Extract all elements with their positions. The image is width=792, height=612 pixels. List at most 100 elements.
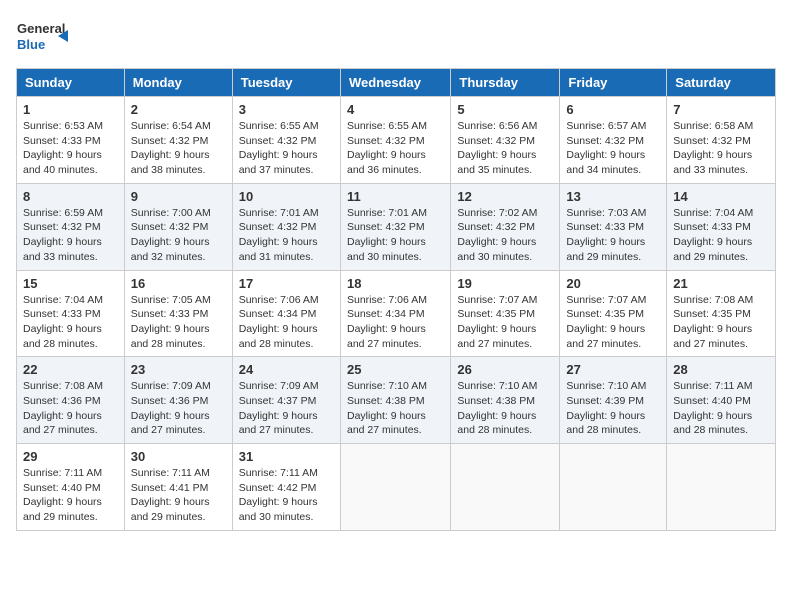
- weekday-header-monday: Monday: [124, 69, 232, 97]
- calendar-cell: 16 Sunrise: 7:05 AMSunset: 4:33 PMDayligh…: [124, 270, 232, 357]
- day-number: 17: [239, 276, 334, 291]
- day-info: Sunrise: 7:10 AMSunset: 4:38 PMDaylight:…: [347, 379, 444, 438]
- day-number: 9: [131, 189, 226, 204]
- calendar-cell: 8 Sunrise: 6:59 AMSunset: 4:32 PMDaylight…: [17, 183, 125, 270]
- day-info: Sunrise: 7:08 AMSunset: 4:36 PMDaylight:…: [23, 379, 118, 438]
- calendar-cell: 24 Sunrise: 7:09 AMSunset: 4:37 PMDayligh…: [232, 357, 340, 444]
- day-number: 7: [673, 102, 769, 117]
- day-info: Sunrise: 7:07 AMSunset: 4:35 PMDaylight:…: [566, 293, 660, 352]
- day-info: Sunrise: 6:58 AMSunset: 4:32 PMDaylight:…: [673, 119, 769, 178]
- calendar-cell: 19Sunrise: 7:07 AMSunset: 4:35 PMDayligh…: [451, 270, 560, 357]
- calendar-cell: 11 Sunrise: 7:01 AMSunset: 4:32 PMDayligh…: [340, 183, 450, 270]
- day-info: Sunrise: 6:54 AMSunset: 4:32 PMDaylight:…: [131, 119, 226, 178]
- day-number: 28: [673, 362, 769, 377]
- calendar-cell: 31 Sunrise: 7:11 AMSunset: 4:42 PMDayligh…: [232, 444, 340, 531]
- day-info: Sunrise: 6:59 AMSunset: 4:32 PMDaylight:…: [23, 206, 118, 265]
- weekday-header-saturday: Saturday: [667, 69, 776, 97]
- calendar-cell: 3 Sunrise: 6:55 AMSunset: 4:32 PMDaylight…: [232, 97, 340, 184]
- day-number: 8: [23, 189, 118, 204]
- day-info: Sunrise: 7:01 AMSunset: 4:32 PMDaylight:…: [347, 206, 444, 265]
- logo-icon: General Blue: [16, 16, 71, 56]
- day-number: 3: [239, 102, 334, 117]
- day-info: Sunrise: 7:06 AMSunset: 4:34 PMDaylight:…: [239, 293, 334, 352]
- calendar-week-4: 22 Sunrise: 7:08 AMSunset: 4:36 PMDayligh…: [17, 357, 776, 444]
- day-number: 4: [347, 102, 444, 117]
- day-info: Sunrise: 7:04 AMSunset: 4:33 PMDaylight:…: [23, 293, 118, 352]
- day-number: 25: [347, 362, 444, 377]
- svg-text:Blue: Blue: [17, 37, 45, 52]
- day-number: 22: [23, 362, 118, 377]
- calendar-cell: 18 Sunrise: 7:06 AMSunset: 4:34 PMDayligh…: [340, 270, 450, 357]
- calendar-cell: 13 Sunrise: 7:03 AMSunset: 4:33 PMDayligh…: [560, 183, 667, 270]
- calendar-cell: 4 Sunrise: 6:55 AMSunset: 4:32 PMDaylight…: [340, 97, 450, 184]
- day-number: 2: [131, 102, 226, 117]
- calendar-cell: 23 Sunrise: 7:09 AMSunset: 4:36 PMDayligh…: [124, 357, 232, 444]
- calendar-cell: 28 Sunrise: 7:11 AMSunset: 4:40 PMDayligh…: [667, 357, 776, 444]
- calendar-cell: 6Sunrise: 6:57 AMSunset: 4:32 PMDaylight…: [560, 97, 667, 184]
- day-number: 14: [673, 189, 769, 204]
- calendar-cell: 25 Sunrise: 7:10 AMSunset: 4:38 PMDayligh…: [340, 357, 450, 444]
- day-number: 24: [239, 362, 334, 377]
- day-number: 20: [566, 276, 660, 291]
- day-info: Sunrise: 7:10 AMSunset: 4:38 PMDaylight:…: [457, 379, 553, 438]
- day-number: 5: [457, 102, 553, 117]
- calendar-cell: 7 Sunrise: 6:58 AMSunset: 4:32 PMDaylight…: [667, 97, 776, 184]
- day-info: Sunrise: 6:55 AMSunset: 4:32 PMDaylight:…: [239, 119, 334, 178]
- day-number: 11: [347, 189, 444, 204]
- calendar-cell: 14 Sunrise: 7:04 AMSunset: 4:33 PMDayligh…: [667, 183, 776, 270]
- calendar-cell: 26 Sunrise: 7:10 AMSunset: 4:38 PMDayligh…: [451, 357, 560, 444]
- day-info: Sunrise: 7:03 AMSunset: 4:33 PMDaylight:…: [566, 206, 660, 265]
- day-info: Sunrise: 7:11 AMSunset: 4:40 PMDaylight:…: [673, 379, 769, 438]
- calendar-cell: 30 Sunrise: 7:11 AMSunset: 4:41 PMDayligh…: [124, 444, 232, 531]
- day-number: 31: [239, 449, 334, 464]
- calendar-cell: [560, 444, 667, 531]
- day-number: 10: [239, 189, 334, 204]
- logo: General Blue: [16, 16, 71, 56]
- day-info: Sunrise: 7:09 AMSunset: 4:37 PMDaylight:…: [239, 379, 334, 438]
- day-number: 19: [457, 276, 553, 291]
- weekday-header-sunday: Sunday: [17, 69, 125, 97]
- day-number: 16: [131, 276, 226, 291]
- day-info: Sunrise: 6:57 AMSunset: 4:32 PMDaylight:…: [566, 119, 660, 178]
- calendar-cell: 1Sunrise: 6:53 AMSunset: 4:33 PMDaylight…: [17, 97, 125, 184]
- day-number: 15: [23, 276, 118, 291]
- day-info: Sunrise: 7:11 AMSunset: 4:40 PMDaylight:…: [23, 466, 118, 525]
- calendar-cell: [451, 444, 560, 531]
- day-info: Sunrise: 7:10 AMSunset: 4:39 PMDaylight:…: [566, 379, 660, 438]
- day-info: Sunrise: 7:05 AMSunset: 4:33 PMDaylight:…: [131, 293, 226, 352]
- calendar-cell: [340, 444, 450, 531]
- day-info: Sunrise: 6:53 AMSunset: 4:33 PMDaylight:…: [23, 119, 118, 178]
- day-info: Sunrise: 7:09 AMSunset: 4:36 PMDaylight:…: [131, 379, 226, 438]
- calendar-week-1: 1Sunrise: 6:53 AMSunset: 4:33 PMDaylight…: [17, 97, 776, 184]
- calendar-week-3: 15 Sunrise: 7:04 AMSunset: 4:33 PMDayligh…: [17, 270, 776, 357]
- weekday-header-wednesday: Wednesday: [340, 69, 450, 97]
- day-info: Sunrise: 7:11 AMSunset: 4:42 PMDaylight:…: [239, 466, 334, 525]
- day-info: Sunrise: 6:56 AMSunset: 4:32 PMDaylight:…: [457, 119, 553, 178]
- calendar-cell: 20 Sunrise: 7:07 AMSunset: 4:35 PMDayligh…: [560, 270, 667, 357]
- day-info: Sunrise: 7:04 AMSunset: 4:33 PMDaylight:…: [673, 206, 769, 265]
- calendar-table: SundayMondayTuesdayWednesdayThursdayFrid…: [16, 68, 776, 531]
- day-number: 21: [673, 276, 769, 291]
- calendar-cell: 2 Sunrise: 6:54 AMSunset: 4:32 PMDaylight…: [124, 97, 232, 184]
- day-number: 27: [566, 362, 660, 377]
- day-number: 23: [131, 362, 226, 377]
- day-number: 26: [457, 362, 553, 377]
- day-info: Sunrise: 7:11 AMSunset: 4:41 PMDaylight:…: [131, 466, 226, 525]
- day-info: Sunrise: 7:00 AMSunset: 4:32 PMDaylight:…: [131, 206, 226, 265]
- day-info: Sunrise: 7:06 AMSunset: 4:34 PMDaylight:…: [347, 293, 444, 352]
- weekday-header-row: SundayMondayTuesdayWednesdayThursdayFrid…: [17, 69, 776, 97]
- day-info: Sunrise: 6:55 AMSunset: 4:32 PMDaylight:…: [347, 119, 444, 178]
- day-number: 13: [566, 189, 660, 204]
- calendar-week-2: 8 Sunrise: 6:59 AMSunset: 4:32 PMDaylight…: [17, 183, 776, 270]
- calendar-cell: 22 Sunrise: 7:08 AMSunset: 4:36 PMDayligh…: [17, 357, 125, 444]
- svg-text:General: General: [17, 21, 65, 36]
- weekday-header-friday: Friday: [560, 69, 667, 97]
- calendar-cell: 29 Sunrise: 7:11 AMSunset: 4:40 PMDayligh…: [17, 444, 125, 531]
- weekday-header-tuesday: Tuesday: [232, 69, 340, 97]
- calendar-week-5: 29 Sunrise: 7:11 AMSunset: 4:40 PMDayligh…: [17, 444, 776, 531]
- weekday-header-thursday: Thursday: [451, 69, 560, 97]
- day-number: 18: [347, 276, 444, 291]
- day-number: 30: [131, 449, 226, 464]
- calendar-cell: [667, 444, 776, 531]
- day-number: 29: [23, 449, 118, 464]
